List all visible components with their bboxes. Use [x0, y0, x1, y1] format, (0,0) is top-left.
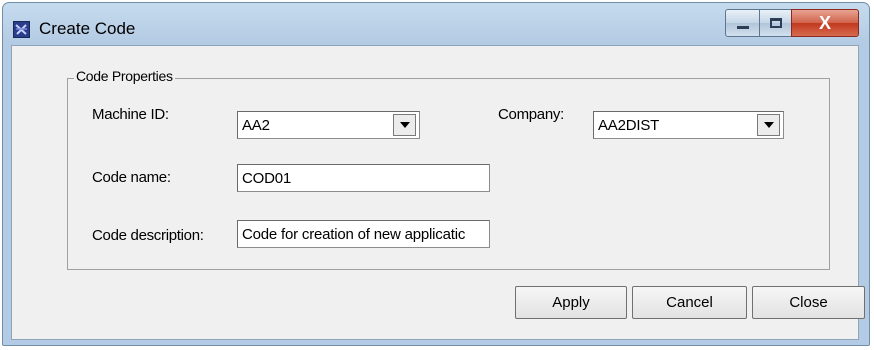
minimize-icon	[737, 26, 749, 29]
title-bar[interactable]: Create Code X	[3, 3, 869, 47]
machine-id-dropdown-button[interactable]	[393, 114, 416, 136]
chevron-down-icon	[400, 122, 410, 128]
code-name-input[interactable]: COD01	[237, 164, 490, 192]
company-select[interactable]: AA2DIST	[593, 111, 784, 139]
window-title: Create Code	[39, 19, 136, 38]
machine-id-label: Machine ID:	[92, 106, 169, 123]
close-window-button[interactable]: X	[791, 9, 859, 37]
machine-id-select[interactable]: AA2	[237, 111, 420, 139]
company-label: Company:	[498, 106, 564, 123]
app-icon	[13, 21, 30, 38]
apply-button[interactable]: Apply	[515, 286, 627, 319]
dialog-window: Create Code X Code Properties Machine ID…	[2, 2, 870, 346]
code-description-value: Code for creation of new applicatic	[242, 226, 466, 243]
machine-id-value: AA2	[242, 117, 270, 134]
chevron-down-icon	[764, 122, 774, 128]
close-icon: X	[818, 13, 831, 33]
minimize-button[interactable]	[725, 9, 760, 37]
group-title: Code Properties	[74, 68, 175, 84]
code-name-label: Code name:	[92, 169, 171, 186]
maximize-icon	[770, 18, 782, 28]
company-value: AA2DIST	[598, 117, 660, 134]
company-dropdown-button[interactable]	[757, 114, 780, 136]
code-name-value: COD01	[242, 170, 292, 187]
code-properties-group: Code Properties Machine ID: AA2 Company:…	[67, 68, 830, 270]
dialog-body: Code Properties Machine ID: AA2 Company:…	[11, 45, 865, 340]
cancel-button[interactable]: Cancel	[632, 286, 747, 319]
code-description-label: Code description:	[92, 227, 204, 244]
maximize-button[interactable]	[759, 9, 792, 37]
code-description-input[interactable]: Code for creation of new applicatic	[237, 220, 490, 248]
close-button[interactable]: Close	[752, 286, 865, 319]
